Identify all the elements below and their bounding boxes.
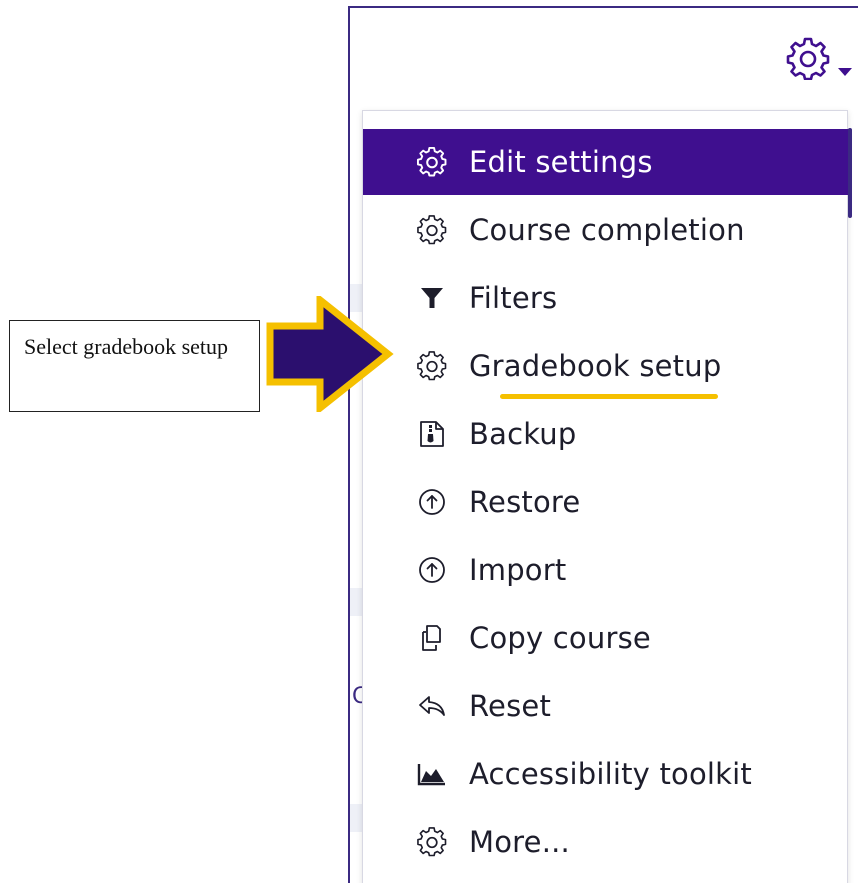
arrow-up-circle-icon bbox=[419, 557, 445, 583]
course-settings-dropdown-menu: Edit settings Course completion Filters bbox=[362, 110, 849, 883]
menu-item-label: Filters bbox=[469, 281, 558, 315]
backup-file-icon bbox=[420, 421, 444, 447]
annotation-callout-box: Select gradebook setup bbox=[9, 320, 260, 412]
menu-item-copy-course[interactable]: Copy course bbox=[363, 605, 849, 671]
reset-arrow-icon bbox=[419, 696, 445, 716]
course-settings-gear-button[interactable] bbox=[786, 36, 856, 86]
menu-item-label: More... bbox=[469, 825, 570, 859]
menu-item-restore[interactable]: Restore bbox=[363, 469, 849, 535]
mountain-chart-icon bbox=[417, 764, 445, 786]
menu-item-label: Copy course bbox=[469, 621, 651, 655]
menu-scrollbar[interactable] bbox=[848, 128, 852, 218]
menu-item-import[interactable]: Import bbox=[363, 537, 849, 603]
menu-item-reset[interactable]: Reset bbox=[363, 673, 849, 739]
menu-item-label: Gradebook setup bbox=[469, 349, 722, 383]
arrow-up-circle-icon bbox=[419, 489, 445, 515]
annotation-highlight-underline bbox=[500, 394, 718, 399]
gear-icon bbox=[417, 351, 447, 381]
menu-item-label: Reset bbox=[469, 689, 552, 723]
screenshot-stage: C Edit settings Course completion Filter… bbox=[0, 0, 858, 883]
menu-item-label: Import bbox=[469, 553, 567, 587]
caret-down-icon bbox=[838, 68, 852, 76]
menu-item-backup[interactable]: Backup bbox=[363, 401, 849, 467]
menu-item-gradebook-setup[interactable]: Gradebook setup bbox=[363, 333, 849, 399]
menu-item-more[interactable]: More... bbox=[363, 809, 849, 875]
gear-icon bbox=[417, 147, 447, 177]
menu-item-edit-settings[interactable]: Edit settings bbox=[363, 129, 849, 195]
menu-item-label: Accessibility toolkit bbox=[469, 757, 752, 791]
annotation-arrow-icon bbox=[266, 296, 394, 412]
gear-icon bbox=[417, 827, 447, 857]
menu-item-label: Course completion bbox=[469, 213, 745, 247]
menu-item-label: Edit settings bbox=[469, 145, 653, 179]
menu-item-accessibility-toolkit[interactable]: Accessibility toolkit bbox=[363, 741, 849, 807]
gear-icon bbox=[417, 215, 447, 245]
menu-item-course-completion[interactable]: Course completion bbox=[363, 197, 849, 263]
gear-icon bbox=[786, 37, 830, 80]
menu-item-filters[interactable]: Filters bbox=[363, 265, 849, 331]
menu-item-label: Restore bbox=[469, 485, 581, 519]
menu-item-label: Backup bbox=[469, 417, 577, 451]
copy-icon bbox=[422, 625, 441, 651]
annotation-callout-text: Select gradebook setup bbox=[24, 334, 229, 359]
filter-icon bbox=[421, 288, 443, 308]
